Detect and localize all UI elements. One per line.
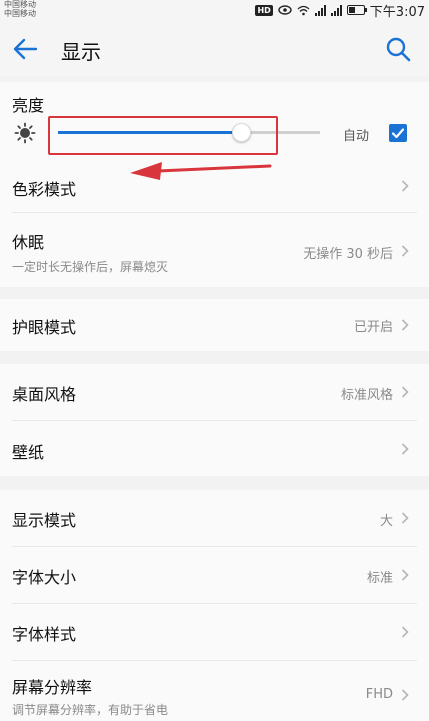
setting-sublabel: 一定时长无操作后，屏幕熄灭 — [12, 260, 169, 274]
setting-label: 字体样式 — [12, 625, 77, 644]
setting-value: 标准风格 — [340, 388, 393, 403]
back-arrow-icon[interactable] — [12, 37, 38, 61]
chevron-right-icon — [401, 443, 409, 455]
setting-value: FHD — [365, 687, 393, 702]
setting-row-wallpaper[interactable]: 壁纸 — [0, 421, 429, 476]
search-icon[interactable] — [385, 36, 411, 62]
setting-label: 字体大小 — [12, 568, 77, 587]
auto-brightness-checkbox[interactable] — [389, 124, 407, 142]
brightness-sun-icon — [14, 122, 36, 144]
setting-label: 护眼模式 — [12, 318, 77, 337]
chevron-right-icon — [401, 569, 409, 581]
setting-label: 休眠 — [12, 233, 45, 252]
eye-icon — [278, 5, 292, 15]
status-time: 下午3:07 — [369, 4, 425, 20]
signal-icon — [330, 4, 342, 16]
setting-row-home-style[interactable]: 桌面风格 标准风格 — [0, 364, 429, 420]
signal-icon — [314, 4, 326, 16]
setting-row-eye-comfort[interactable]: 护眼模式 已开启 — [0, 299, 429, 351]
chevron-right-icon — [401, 512, 409, 524]
check-icon — [391, 128, 405, 139]
chevron-right-icon — [401, 626, 409, 638]
status-icons: HD 下午3:07 — [255, 2, 425, 20]
annotation-highlight-box — [48, 116, 278, 155]
carrier-label-1: 中国移动 — [4, 0, 36, 9]
chevron-right-icon — [401, 180, 409, 192]
setting-row-font-size[interactable]: 字体大小 标准 — [0, 547, 429, 603]
chevron-right-icon — [401, 386, 409, 398]
setting-sublabel: 调节屏幕分辨率，有助于省电 — [12, 703, 169, 717]
status-bar: 中国移动 中国移动 HD 下午3:07 — [0, 0, 429, 22]
setting-row-sleep[interactable]: 休眠 一定时长无操作后，屏幕熄灭 无操作 30 秒后 — [0, 213, 429, 287]
chevron-right-icon — [401, 319, 409, 331]
setting-label: 桌面风格 — [12, 385, 77, 404]
setting-value: 已开启 — [353, 320, 393, 335]
wifi-icon — [297, 5, 310, 15]
setting-label: 壁纸 — [12, 443, 45, 462]
app-bar: 显示 — [0, 22, 429, 76]
page-title: 显示 — [61, 40, 101, 64]
chevron-right-icon — [401, 245, 409, 257]
carrier-label-2: 中国移动 — [4, 9, 36, 18]
setting-label: 色彩模式 — [12, 180, 77, 199]
setting-row-color-mode[interactable]: 色彩模式 — [0, 160, 429, 212]
setting-label: 屏幕分辨率 — [12, 678, 93, 697]
battery-icon — [346, 5, 367, 15]
setting-row-display-mode[interactable]: 显示模式 大 — [0, 490, 429, 546]
setting-row-resolution[interactable]: 屏幕分辨率 调节屏幕分辨率，有助于省电 FHD — [0, 661, 429, 721]
hd-badge-icon: HD — [255, 4, 273, 16]
setting-row-font-style[interactable]: 字体样式 — [0, 604, 429, 660]
setting-value: 大 — [379, 514, 393, 529]
brightness-label: 亮度 — [12, 96, 45, 115]
setting-value: 标准 — [366, 571, 393, 586]
setting-value: 无操作 30 秒后 — [303, 247, 393, 262]
chevron-right-icon — [401, 689, 409, 701]
auto-brightness-label: 自动 — [343, 129, 370, 144]
setting-label: 显示模式 — [12, 511, 77, 530]
